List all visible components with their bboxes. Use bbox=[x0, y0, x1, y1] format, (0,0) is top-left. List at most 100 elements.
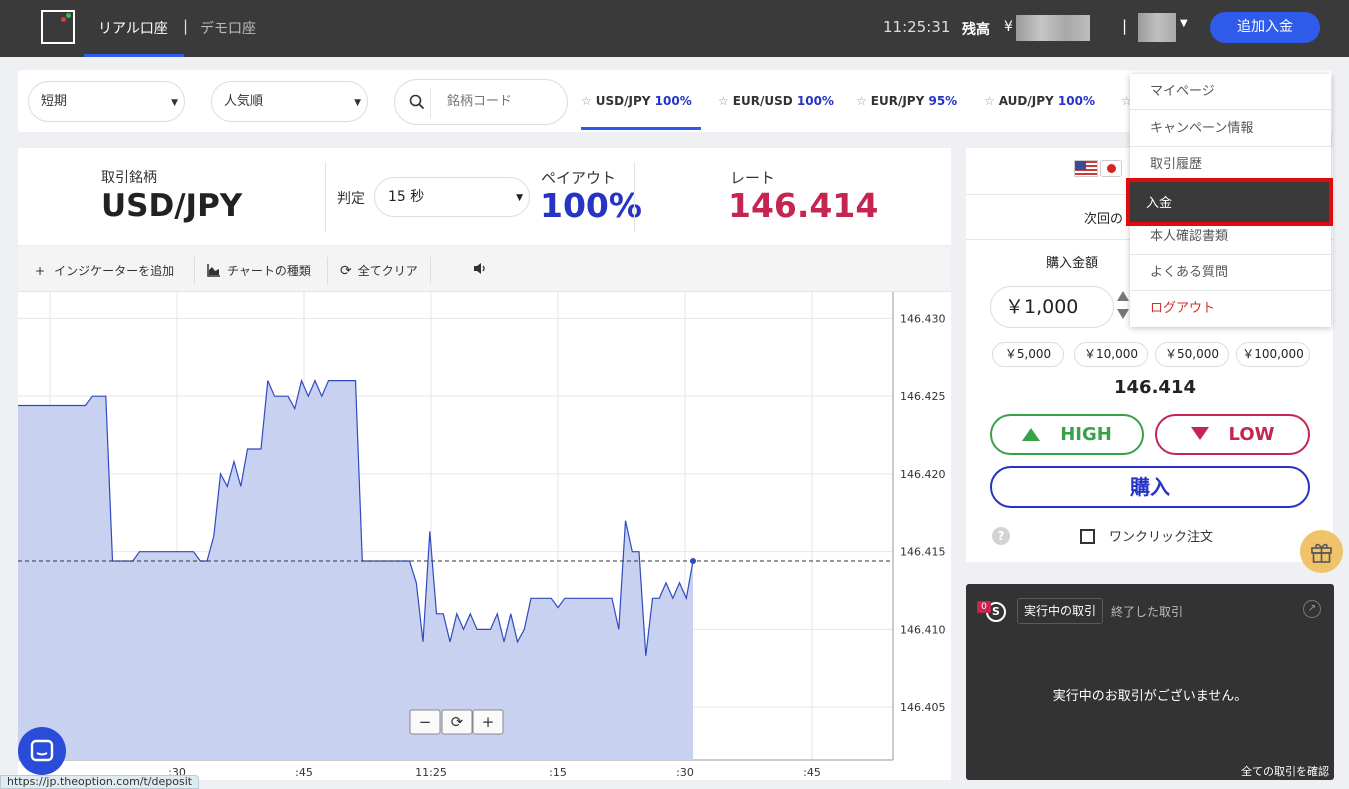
pair-payout: 100% bbox=[796, 94, 834, 108]
external-link-icon[interactable]: ↗ bbox=[1303, 600, 1321, 618]
trade-header: 取引銘柄 USD/JPY 判定 15 秒 ▼ ペイアウト 100% レート 14… bbox=[18, 148, 951, 245]
reset-zoom-icon-glyph: ⟳ bbox=[451, 713, 464, 731]
star-icon[interactable]: ☆ bbox=[581, 94, 592, 108]
menu-item-campaign[interactable]: キャンペーン情報 bbox=[1130, 111, 1331, 147]
status-bar-url: https://jp.theoption.com/t/deposit bbox=[0, 775, 200, 789]
one-click-label: ワンクリック注文 bbox=[1109, 530, 1214, 545]
logo[interactable] bbox=[41, 10, 75, 44]
arrow-up-icon bbox=[1022, 428, 1041, 441]
price-chart[interactable]: 146.430 146.425 146.420 146.415 146.410 146.4… bbox=[18, 292, 951, 780]
next-expiry-label: 次回の bbox=[1084, 212, 1124, 227]
view-all-trades-link[interactable]: 全ての取引を確認 bbox=[1241, 763, 1329, 779]
chevron-down-icon: ▼ bbox=[171, 98, 178, 108]
logo-dot-green bbox=[66, 13, 71, 18]
plus-icon: + bbox=[35, 264, 46, 278]
payout-label: ペイアウト bbox=[541, 169, 617, 187]
active-trade-count-badge: 0 bbox=[977, 601, 991, 613]
pair-payout: 100% bbox=[654, 94, 692, 108]
menu-item-logout[interactable]: ログアウト bbox=[1130, 291, 1331, 327]
tab-finished-trades[interactable]: 終了した取引 bbox=[1111, 603, 1183, 620]
one-click-checkbox[interactable] bbox=[1080, 529, 1095, 544]
pair-name: USD/JPY bbox=[595, 94, 651, 108]
term-select[interactable]: 短期 ▼ bbox=[28, 81, 185, 122]
payout-value: 100% bbox=[540, 186, 642, 225]
x-tick-label: :30 bbox=[676, 766, 694, 779]
buy-button[interactable]: 購入 bbox=[990, 466, 1310, 508]
zoom-out-icon-glyph: − bbox=[419, 713, 432, 731]
sort-select[interactable]: 人気順 ▼ bbox=[211, 81, 368, 122]
add-indicator-label: インジケーターを追加 bbox=[54, 264, 175, 278]
purchase-amount-input[interactable]: ￥1,000 bbox=[990, 286, 1114, 328]
x-tick-label: :45 bbox=[803, 766, 821, 779]
sort-select-value: 人気順 bbox=[224, 94, 264, 109]
high-label: HIGH bbox=[1060, 424, 1112, 445]
divider bbox=[327, 257, 328, 284]
star-icon[interactable]: ☆ bbox=[984, 94, 995, 108]
expiry-select[interactable]: 15 秒 ▼ bbox=[374, 177, 530, 217]
price-chart-svg[interactable]: 146.430 146.425 146.420 146.415 146.410 146.4… bbox=[18, 292, 951, 780]
trades-panel: S 0 実行中の取引 終了した取引 ↗ 実行中のお取引がございません。 全ての取… bbox=[966, 584, 1334, 780]
add-deposit-button[interactable]: 追加入金 bbox=[1210, 12, 1320, 43]
balance-currency: ¥ bbox=[1004, 19, 1013, 35]
user-menu-caret-icon[interactable]: ▼ bbox=[1180, 18, 1188, 29]
star-icon[interactable]: ☆ bbox=[856, 94, 867, 108]
menu-item-mypage[interactable]: マイページ bbox=[1130, 74, 1331, 110]
x-tick-label: :15 bbox=[549, 766, 567, 779]
menu-item-faq[interactable]: よくある質問 bbox=[1130, 255, 1331, 291]
tab-real-account[interactable]: リアル口座 bbox=[98, 18, 168, 38]
preset-50000-button[interactable]: ￥50,000 bbox=[1155, 342, 1229, 367]
pair-tab-eurjpy[interactable]: ☆ EUR/JPY 95% bbox=[856, 94, 957, 108]
chart-type-button[interactable]: チャートの種類 bbox=[207, 262, 311, 279]
rate-label: レート bbox=[730, 169, 776, 187]
sound-icon[interactable] bbox=[473, 262, 487, 278]
purchase-amount-label: 購入金額 bbox=[1046, 256, 1099, 271]
star-icon[interactable]: ☆ bbox=[718, 94, 729, 108]
current-rate: 146.414 bbox=[1114, 377, 1196, 398]
chevron-down-icon: ▼ bbox=[516, 193, 523, 203]
logo-dot-red bbox=[61, 17, 66, 22]
term-select-value: 短期 bbox=[41, 94, 68, 109]
pair-tab-eurusd[interactable]: ☆ EUR/USD 100% bbox=[718, 94, 834, 108]
tab-active-indicator bbox=[84, 54, 184, 57]
preset-5000-button[interactable]: ￥5,000 bbox=[992, 342, 1064, 367]
amount-increase-icon[interactable] bbox=[1117, 291, 1129, 301]
help-icon[interactable]: ? bbox=[992, 527, 1010, 545]
add-indicator-button[interactable]: + インジケーターを追加 bbox=[35, 262, 174, 279]
preset-10000-button[interactable]: ￥10,000 bbox=[1074, 342, 1148, 367]
user-avatar-redacted[interactable] bbox=[1138, 13, 1176, 42]
chart-type-label: チャートの種類 bbox=[227, 264, 311, 278]
search-input[interactable] bbox=[447, 94, 557, 109]
y-tick-label: 146.405 bbox=[900, 701, 946, 714]
menu-item-deposit-label: 入金 bbox=[1146, 196, 1173, 211]
symbol-label: 取引銘柄 bbox=[101, 170, 157, 186]
us-flag-icon bbox=[1074, 160, 1098, 177]
symbol-value: USD/JPY bbox=[101, 188, 243, 224]
low-button[interactable]: LOW bbox=[1155, 414, 1310, 455]
amount-decrease-icon[interactable] bbox=[1117, 309, 1129, 319]
balance-value-redacted bbox=[1016, 15, 1090, 41]
tab-demo-account[interactable]: デモ口座 bbox=[200, 18, 256, 38]
expiry-value: 15 秒 bbox=[388, 189, 425, 205]
y-tick-label: 146.410 bbox=[900, 623, 946, 636]
chat-button[interactable] bbox=[18, 727, 66, 775]
clear-all-button[interactable]: ⟳ 全てクリア bbox=[340, 262, 418, 279]
pair-active-indicator bbox=[581, 127, 701, 130]
chevron-down-icon: ▼ bbox=[354, 98, 361, 108]
arrow-down-icon bbox=[1190, 427, 1209, 440]
gift-button[interactable] bbox=[1300, 530, 1343, 573]
pair-tab-usdjpy[interactable]: ☆ USD/JPY 100% bbox=[581, 94, 692, 108]
x-tick-label: 11:25 bbox=[415, 766, 447, 779]
chart-type-icon bbox=[207, 264, 220, 277]
clock: 11:25:31 bbox=[883, 18, 951, 36]
menu-item-identity-docs[interactable]: 本人確認書類 bbox=[1130, 219, 1331, 255]
tab-active-trades[interactable]: 実行中の取引 bbox=[1017, 598, 1104, 624]
tab-separator: | bbox=[183, 17, 189, 35]
high-button[interactable]: HIGH bbox=[990, 414, 1144, 455]
divider bbox=[325, 162, 326, 232]
y-tick-label: 146.425 bbox=[900, 390, 946, 403]
search-box[interactable] bbox=[394, 79, 568, 125]
jp-flag-icon bbox=[1100, 160, 1122, 177]
preset-100000-button[interactable]: ￥100,000 bbox=[1236, 342, 1310, 367]
pair-tab-audjpy[interactable]: ☆ AUD/JPY 100% bbox=[984, 94, 1095, 108]
zoom-in-icon-glyph: + bbox=[482, 713, 495, 731]
